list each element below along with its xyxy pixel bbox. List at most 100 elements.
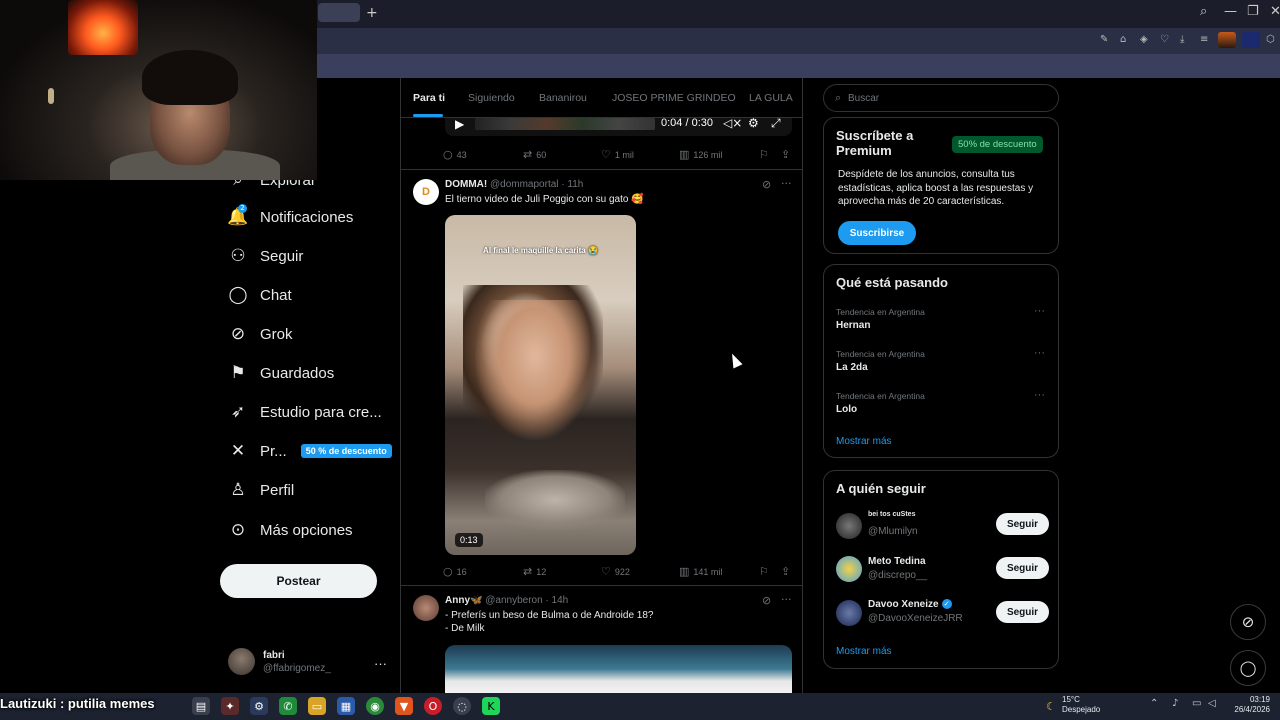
shield-icon[interactable]: ◈: [1140, 34, 1152, 46]
views-button[interactable]: ▥ 126 mil: [679, 148, 722, 161]
clock[interactable]: 03:19 26/4/2026: [1228, 695, 1270, 715]
app-icon[interactable]: ✦: [221, 697, 239, 715]
settings-icon[interactable]: ⚙: [748, 116, 759, 130]
more-icon[interactable]: ···: [1034, 347, 1045, 359]
share-button[interactable]: ⇪: [781, 565, 794, 578]
nav-chat[interactable]: ◯ Chat: [228, 281, 291, 309]
bookmark-button[interactable]: ⚐: [759, 148, 773, 161]
author-name[interactable]: DOMMA!: [445, 179, 487, 190]
extension-icon[interactable]: [1218, 32, 1236, 48]
nav-bookmarks[interactable]: ⚑ Guardados: [228, 359, 334, 387]
account-switcher[interactable]: fabri @ffabrigomez_: [228, 648, 331, 675]
settings-icon[interactable]: ⚙: [250, 697, 268, 715]
nav-label: Grok: [260, 325, 293, 343]
opera-icon[interactable]: O: [424, 697, 442, 715]
views-button[interactable]: ▥ 141 mil: [679, 565, 722, 578]
more-icon[interactable]: ···: [374, 656, 387, 671]
more-icon[interactable]: ···: [1034, 305, 1045, 317]
brave-icon[interactable]: ▼: [395, 697, 413, 715]
download-icon[interactable]: ⤓: [1180, 34, 1192, 46]
grok-icon[interactable]: ⊘: [1230, 604, 1266, 640]
app-icon[interactable]: ▤: [192, 697, 210, 715]
follow-name[interactable]: Davoo Xeneize ✓: [868, 599, 952, 610]
show-more-link[interactable]: Mostrar más: [836, 436, 892, 447]
avatar[interactable]: [836, 600, 862, 626]
more-icon[interactable]: ···: [1034, 389, 1045, 401]
play-icon[interactable]: ▶: [455, 117, 464, 131]
nav-notifications[interactable]: 🔔 2 Notificaciones: [227, 203, 353, 231]
maximize-button[interactable]: ❐: [1247, 4, 1259, 19]
reply-button[interactable]: ○ 16: [443, 565, 467, 578]
tab-para-ti[interactable]: Para ti: [413, 92, 445, 104]
trend-name[interactable]: La 2da: [836, 362, 868, 373]
tweet-video[interactable]: Al final le maquille la carita 😭 0:13: [445, 215, 636, 555]
show-more-link[interactable]: Mostrar más: [836, 646, 892, 657]
nav-more-options[interactable]: ⊙ Más opciones: [228, 516, 353, 544]
volume-icon[interactable]: ◁: [1208, 698, 1216, 709]
kick-icon[interactable]: K: [482, 697, 500, 715]
nav-grok[interactable]: ⊘ Grok: [228, 320, 293, 348]
extension-icon[interactable]: [1242, 32, 1260, 48]
like-button[interactable]: ♡ 1 mil: [601, 148, 634, 161]
follow-button[interactable]: Seguir: [996, 601, 1049, 623]
bookmark-button[interactable]: ⚐: [759, 565, 773, 578]
camera-icon[interactable]: ⌂: [1120, 34, 1132, 46]
trend-name[interactable]: Lolo: [836, 404, 857, 415]
nav-premium[interactable]: ✕ Pr... 50 % de descuento: [228, 437, 392, 465]
avatar[interactable]: [836, 513, 862, 539]
follow-name[interactable]: bei tos cuStes: [868, 511, 915, 518]
extensions-icon[interactable]: ⬡: [1266, 34, 1278, 46]
fullscreen-icon[interactable]: ⤢: [771, 116, 781, 131]
calculator-icon[interactable]: ▦: [337, 697, 355, 715]
tweet-image[interactable]: [445, 645, 792, 693]
whatsapp-icon[interactable]: ✆: [279, 697, 297, 715]
share-button[interactable]: ⇪: [781, 148, 794, 161]
tab-la-gula[interactable]: LA GULA: [749, 92, 793, 104]
new-tab-button[interactable]: +: [366, 5, 378, 21]
avatar[interactable]: [836, 556, 862, 582]
like-button[interactable]: ♡ 922: [601, 565, 630, 578]
tab-siguiendo[interactable]: Siguiendo: [468, 92, 515, 104]
browser-tab[interactable]: [318, 3, 360, 22]
chat-bubble-icon[interactable]: ◯: [1230, 650, 1266, 686]
more-icon[interactable]: ···: [781, 177, 792, 190]
chrome-icon[interactable]: ◉: [366, 697, 384, 715]
edit-icon[interactable]: ✎: [1100, 34, 1112, 46]
post-button[interactable]: Postear: [220, 564, 377, 598]
chevron-up-icon[interactable]: ⌃: [1150, 698, 1158, 709]
follow-button[interactable]: Seguir: [996, 557, 1049, 579]
video-timeline[interactable]: [475, 118, 655, 130]
nav-profile[interactable]: ♙ Perfil: [228, 476, 294, 504]
repost-button[interactable]: ⇄ 60: [523, 148, 546, 161]
author-handle[interactable]: @dommaportal · 11h: [490, 179, 583, 190]
author-name[interactable]: Anny🦋: [445, 595, 482, 606]
display-icon[interactable]: ▭: [1192, 698, 1201, 709]
reply-button[interactable]: ○ 43: [443, 148, 467, 161]
avatar[interactable]: D: [413, 179, 439, 205]
subscribe-button[interactable]: Suscribirse: [838, 221, 916, 245]
close-button[interactable]: ✕: [1270, 4, 1280, 19]
nav-creator-studio[interactable]: ➶ Estudio para cre...: [228, 398, 382, 426]
mute-icon[interactable]: ◁×: [723, 116, 742, 130]
heart-icon[interactable]: ♡: [1160, 34, 1172, 46]
grok-icon[interactable]: ⊘: [762, 178, 771, 191]
microphone-icon[interactable]: ♪: [1172, 698, 1178, 709]
folder-icon[interactable]: ▭: [308, 697, 326, 715]
follow-button[interactable]: Seguir: [996, 513, 1049, 535]
follow-name[interactable]: Meto Tedina: [868, 556, 926, 567]
grok-icon[interactable]: ⊘: [762, 594, 771, 607]
weather-widget[interactable]: 15°C Despejado: [1062, 695, 1100, 715]
app-icon[interactable]: ◌: [453, 697, 471, 715]
search-input[interactable]: ⌕ Buscar: [823, 84, 1059, 112]
trend-name[interactable]: Hernan: [836, 320, 870, 331]
avatar[interactable]: [413, 595, 439, 621]
more-icon[interactable]: ···: [781, 593, 792, 606]
menu-icon[interactable]: ≡: [1200, 34, 1212, 46]
repost-button[interactable]: ⇄ 12: [523, 565, 546, 578]
author-handle[interactable]: @annyberon · 14h: [485, 595, 568, 606]
search-icon[interactable]: ⌕: [1200, 4, 1207, 19]
tab-bananirou[interactable]: Bananirou: [539, 92, 587, 104]
tab-joseo[interactable]: JOSEO PRIME GRINDEO: [612, 92, 736, 104]
nav-follow[interactable]: ⚇ Seguir: [228, 242, 303, 270]
minimize-button[interactable]: —: [1224, 4, 1237, 19]
